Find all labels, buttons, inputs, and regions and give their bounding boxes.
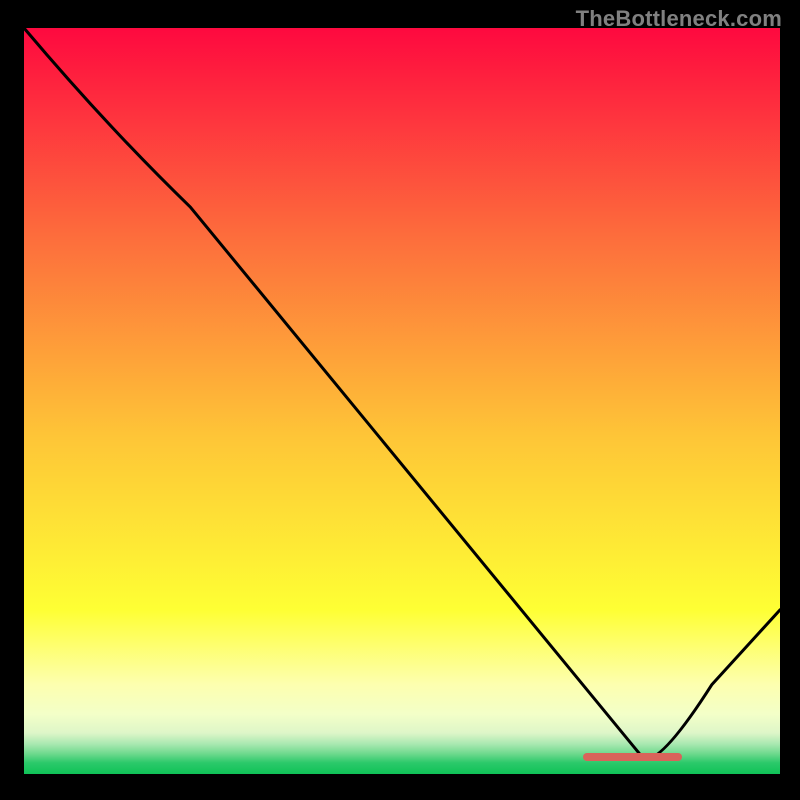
plot-area <box>24 28 780 774</box>
gradient-background <box>24 28 780 774</box>
chart-stage: TheBottleneck.com <box>0 0 800 800</box>
chart-svg <box>24 28 780 774</box>
optimum-marker <box>583 753 681 761</box>
watermark-text: TheBottleneck.com <box>576 6 782 32</box>
